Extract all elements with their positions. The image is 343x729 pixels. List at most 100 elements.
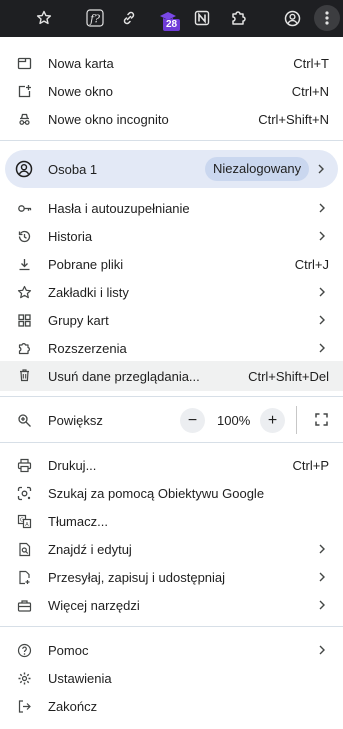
menu-item-label: Nowa karta bbox=[48, 55, 114, 71]
zoom-label: Powiększ bbox=[48, 413, 103, 428]
menu-item-extensions[interactable]: Rozszerzenia bbox=[0, 334, 343, 362]
menu-item-exit[interactable]: Zakończ bbox=[0, 692, 343, 720]
menu-item-new-window[interactable]: Nowe okno Ctrl+N bbox=[0, 77, 343, 105]
history-icon bbox=[18, 230, 31, 243]
shortcut-label: Ctrl+T bbox=[293, 55, 329, 71]
shortcut-label: Ctrl+N bbox=[291, 83, 329, 99]
shortcut-label: Ctrl+P bbox=[292, 457, 329, 473]
menu-divider bbox=[0, 140, 343, 141]
lens-icon bbox=[17, 486, 32, 501]
menu-item-label: Znajdź i edytuj bbox=[48, 541, 132, 557]
zoom-row: Powiększ − 100% + bbox=[0, 405, 343, 435]
menu-item-help[interactable]: Pomoc bbox=[0, 636, 343, 664]
menu-item-label: Zakończ bbox=[48, 698, 98, 714]
chevron-right-icon bbox=[319, 600, 325, 610]
incognito-icon bbox=[19, 113, 30, 125]
svg-text:f?: f? bbox=[89, 13, 100, 26]
key-icon bbox=[18, 205, 32, 212]
chevron-right-icon bbox=[319, 572, 325, 582]
chevron-right-icon bbox=[319, 287, 325, 297]
menu-item-new-tab[interactable]: Nowa karta Ctrl+T bbox=[0, 49, 343, 77]
chevron-right-icon bbox=[319, 343, 325, 353]
menu-item-label: Hasła i autouzupełnianie bbox=[48, 200, 190, 216]
profile-name: Osoba 1 bbox=[48, 162, 98, 177]
toolbox-icon bbox=[17, 600, 32, 612]
printer-icon bbox=[17, 458, 32, 473]
notion-icon[interactable] bbox=[189, 5, 215, 31]
chevron-right-icon bbox=[319, 203, 325, 213]
fullscreen-icon[interactable] bbox=[314, 412, 329, 427]
menu-item-find-edit[interactable]: Znajdź i edytuj bbox=[0, 535, 343, 563]
chevron-right-icon bbox=[319, 315, 325, 325]
menu-item-settings[interactable]: Ustawienia bbox=[0, 664, 343, 692]
zoom-level: 100% bbox=[217, 413, 251, 428]
new-window-icon bbox=[18, 85, 31, 98]
grid-icon bbox=[18, 314, 31, 327]
menu-item-label: Zakładki i listy bbox=[48, 284, 129, 300]
menu-item-label: Przesyłaj, zapisuj i udostępniaj bbox=[48, 569, 226, 585]
kebab-menu-icon[interactable] bbox=[314, 5, 340, 31]
menu-item-google-lens[interactable]: Szukaj za pomocą Obiektywu Google bbox=[0, 479, 343, 507]
star-icon[interactable] bbox=[31, 5, 57, 31]
menu-item-tab-groups[interactable]: Grupy kart bbox=[0, 306, 343, 334]
extension-badge: 28 bbox=[163, 19, 181, 31]
chevron-right-icon bbox=[319, 231, 325, 241]
trash-icon bbox=[20, 369, 29, 382]
share-file-icon bbox=[19, 570, 30, 585]
menu-item-label: Pomoc bbox=[48, 642, 89, 658]
zoom-icon bbox=[18, 414, 31, 427]
menu-item-label: Grupy kart bbox=[48, 312, 109, 328]
menu-item-more-tools[interactable]: Więcej narzędzi bbox=[0, 591, 343, 619]
new-tab-icon bbox=[17, 57, 32, 70]
download-icon bbox=[19, 259, 30, 271]
menu-item-label: Tłumacz... bbox=[48, 513, 108, 529]
exit-icon bbox=[18, 700, 31, 713]
menu-item-history[interactable]: Historia bbox=[0, 222, 343, 250]
chevron-right-icon bbox=[318, 164, 324, 174]
puzzle-icon bbox=[18, 343, 30, 355]
menu-divider bbox=[0, 442, 343, 443]
zoom-divider bbox=[296, 406, 297, 434]
menu-item-clear-browsing-data[interactable]: Usuń dane przeglądania... Ctrl+Shift+Del bbox=[0, 361, 343, 391]
menu-item-label: Rozszerzenia bbox=[48, 340, 127, 356]
menu-item-bookmarks[interactable]: Zakładki i listy bbox=[0, 278, 343, 306]
shortcut-label: Ctrl+Shift+Del bbox=[248, 368, 329, 384]
menu-item-cast-save-share[interactable]: Przesyłaj, zapisuj i udostępniaj bbox=[0, 563, 343, 591]
menu-item-downloads[interactable]: Pobrane pliki Ctrl+J bbox=[0, 250, 343, 278]
chevron-right-icon bbox=[319, 645, 325, 655]
help-icon bbox=[17, 643, 32, 658]
zoom-out-button[interactable]: − bbox=[180, 408, 205, 433]
svg-text:A: A bbox=[25, 522, 29, 528]
menu-item-label: Więcej narzędzi bbox=[48, 597, 140, 613]
menu-item-print[interactable]: Drukuj... Ctrl+P bbox=[0, 451, 343, 479]
menu-item-label: Usuń dane przeglądania... bbox=[48, 368, 200, 384]
menu-item-label: Pobrane pliki bbox=[48, 256, 124, 272]
menu-item-label: Nowe okno incognito bbox=[48, 111, 169, 127]
menu-item-label: Ustawienia bbox=[48, 670, 112, 686]
extensions-puzzle-icon[interactable] bbox=[225, 5, 251, 31]
menu-divider bbox=[0, 626, 343, 627]
star-outline-icon bbox=[17, 285, 32, 299]
menu-item-label: Historia bbox=[48, 228, 93, 244]
menu-item-passwords[interactable]: Hasła i autouzupełnianie bbox=[0, 194, 343, 222]
svg-text:G: G bbox=[20, 518, 24, 524]
menu-divider bbox=[0, 396, 343, 397]
sign-in-status-badge[interactable]: Niezalogowany bbox=[205, 157, 310, 181]
menu-item-label: Szukaj za pomocą Obiektywu Google bbox=[48, 485, 265, 501]
gear-icon bbox=[18, 672, 31, 685]
menu-item-label: Nowe okno bbox=[48, 83, 114, 99]
menu-item-label: Drukuj... bbox=[48, 457, 97, 473]
chrome-menu: Nowa karta Ctrl+T Nowe okno Ctrl+N Nowe … bbox=[0, 37, 343, 729]
browser-toolbar: f? 28 bbox=[0, 0, 343, 37]
chevron-right-icon bbox=[319, 544, 325, 554]
menu-item-incognito[interactable]: Nowe okno incognito Ctrl+Shift+N bbox=[0, 105, 343, 133]
link-icon[interactable] bbox=[116, 5, 142, 31]
font-extension-icon[interactable]: f? bbox=[82, 5, 108, 31]
zoom-in-button[interactable]: + bbox=[260, 408, 285, 433]
shortcut-label: Ctrl+Shift+N bbox=[258, 111, 329, 127]
profile-icon[interactable] bbox=[279, 5, 305, 31]
find-in-page-icon bbox=[19, 542, 31, 557]
translate-icon: GA bbox=[17, 514, 32, 529]
profile-row[interactable]: Osoba 1 Niezalogowany bbox=[5, 150, 338, 188]
menu-item-translate[interactable]: GA Tłumacz... bbox=[0, 507, 343, 535]
